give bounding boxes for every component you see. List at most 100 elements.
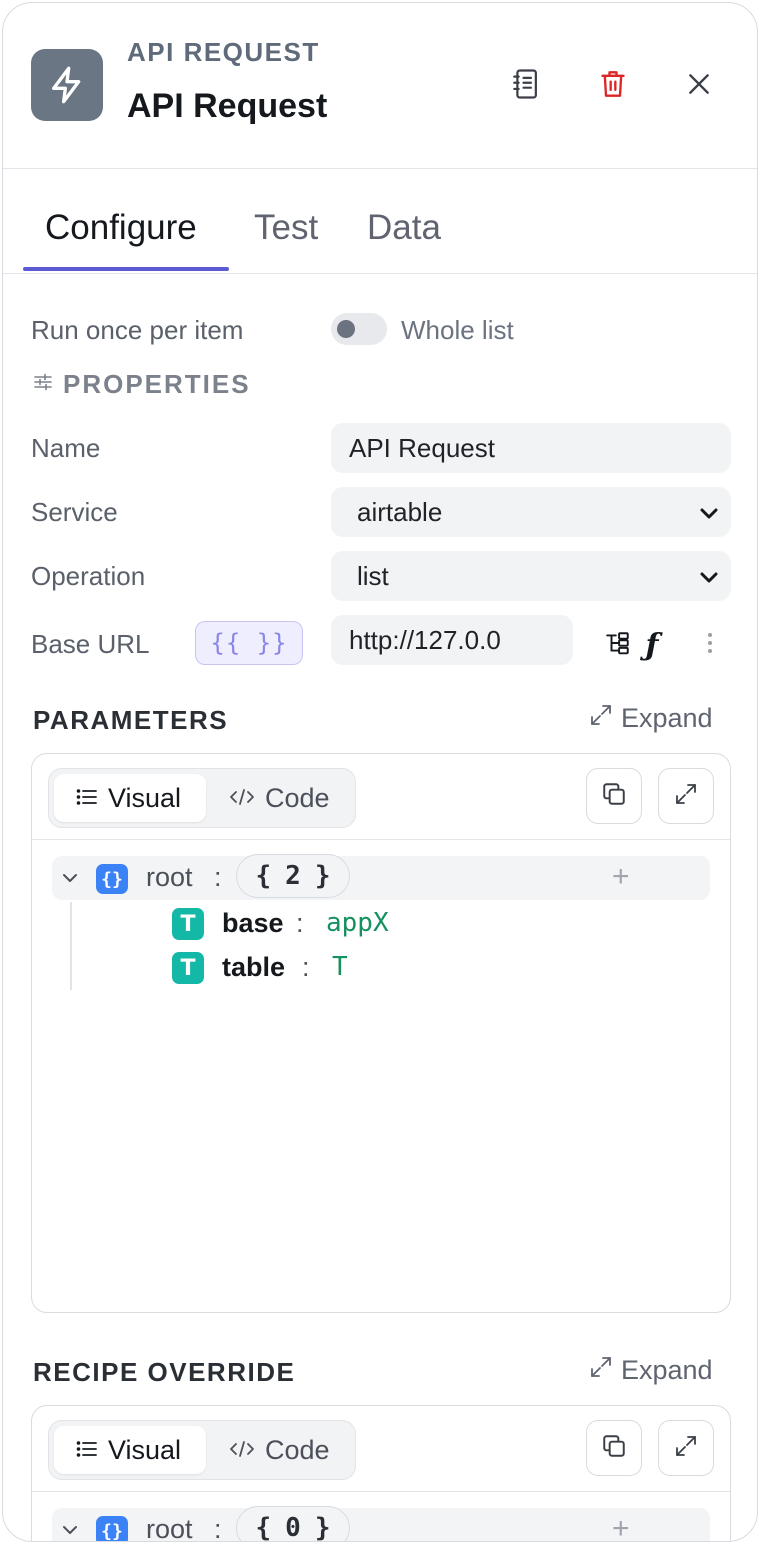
add-property-button[interactable]: + <box>612 1512 630 1541</box>
visual-label: Visual <box>108 782 182 813</box>
string-type-icon: T <box>172 908 204 940</box>
brace-close: } <box>314 1513 331 1542</box>
json-root-row[interactable]: {} root : { 2 } + <box>52 854 710 900</box>
brace-open: { <box>255 1513 272 1542</box>
code-icon <box>229 783 255 814</box>
json-root-row[interactable]: {} root : { 0 } + <box>52 1506 710 1542</box>
base-url-input[interactable]: http://127.0.0 <box>331 615 573 665</box>
name-input[interactable]: API Request <box>331 423 731 473</box>
view-mode-switch: Visual Code <box>48 1420 356 1480</box>
service-selected-value: airtable <box>357 496 443 527</box>
run-once-label: Run once per item <box>31 315 244 345</box>
fullscreen-button[interactable] <box>658 1420 714 1476</box>
property-key: table <box>222 952 286 982</box>
more-options-button[interactable] <box>693 625 727 665</box>
whole-list-label: Whole list <box>401 315 514 345</box>
view-mode-switch: Visual Code <box>48 768 356 828</box>
properties-section-header: PROPERTIES <box>33 369 251 400</box>
key-separator: : <box>214 1514 222 1542</box>
property-value[interactable]: appX <box>326 908 389 938</box>
editor-toolbar: Visual Code <box>32 1406 730 1492</box>
code-mode-button[interactable]: Code <box>217 1426 351 1474</box>
expand-arrows-icon <box>589 703 613 734</box>
chevron-down-icon[interactable] <box>60 1518 80 1541</box>
copy-button[interactable] <box>586 768 642 824</box>
root-key: root <box>146 1514 193 1542</box>
delete-button[interactable] <box>590 63 636 109</box>
item-count-pill: { 0 } <box>236 1506 350 1542</box>
node-config-panel: API REQUEST API Request Configure Test D… <box>2 2 758 1542</box>
chevron-down-icon <box>699 561 719 592</box>
add-property-button[interactable]: + <box>612 860 630 894</box>
root-key: root <box>146 862 193 892</box>
lightning-icon <box>31 49 103 121</box>
tab-test[interactable]: Test <box>254 208 318 248</box>
expand-label: Expand <box>621 1355 713 1385</box>
function-icon[interactable]: ƒ <box>635 625 669 665</box>
chevron-down-icon <box>699 497 719 528</box>
code-label: Code <box>265 782 330 813</box>
operation-selected-value: list <box>357 560 389 591</box>
recipe-override-title: RECIPE OVERRIDE <box>33 1357 296 1387</box>
docs-button[interactable] <box>503 63 549 109</box>
copy-icon <box>601 1433 627 1464</box>
panel-header: API REQUEST API Request <box>3 3 757 169</box>
service-select[interactable]: airtable <box>331 487 731 537</box>
tab-data[interactable]: Data <box>367 208 441 248</box>
brace-close: } <box>314 861 331 891</box>
copy-button[interactable] <box>586 1420 642 1476</box>
code-mode-button[interactable]: Code <box>217 774 351 822</box>
object-type-icon: {} <box>96 1516 128 1541</box>
property-key: base <box>222 908 284 938</box>
brace-open: { <box>255 861 272 891</box>
visual-mode-button[interactable]: Visual <box>54 774 206 822</box>
key-separator: : <box>296 908 304 938</box>
item-count: 0 <box>285 1513 301 1542</box>
close-icon <box>686 71 712 102</box>
base-url-label: Base URL <box>31 629 150 659</box>
vertical-dots-icon <box>707 631 713 660</box>
operation-select[interactable]: list <box>331 551 731 601</box>
sliders-icon <box>33 372 53 397</box>
copy-icon <box>601 781 627 812</box>
fullscreen-icon <box>674 1434 698 1463</box>
parameters-editor: Visual Code {} root: {2} + T base: a… <box>31 753 731 1313</box>
item-count-pill: { 2 } <box>236 854 350 898</box>
property-value[interactable]: T <box>332 952 348 982</box>
string-type-icon: T <box>172 952 204 984</box>
recipe-override-editor: Visual Code {} root: {0} + <box>31 1405 731 1542</box>
active-tab-indicator <box>23 267 229 271</box>
node-title[interactable]: API Request <box>127 87 327 126</box>
tab-configure[interactable]: Configure <box>45 208 197 248</box>
parameters-title: PARAMETERS <box>33 705 229 735</box>
object-type-icon: {} <box>96 864 128 894</box>
notebook-icon <box>511 68 541 105</box>
code-icon <box>229 1435 255 1466</box>
item-count: 2 <box>285 861 301 891</box>
service-label: Service <box>31 497 118 527</box>
toggle-knob <box>337 320 355 338</box>
list-icon <box>76 1435 98 1466</box>
code-label: Code <box>265 1434 330 1465</box>
fullscreen-button[interactable] <box>658 768 714 824</box>
fullscreen-icon <box>674 782 698 811</box>
recipe-expand-link[interactable]: Expand <box>589 1355 713 1386</box>
template-variable-chip[interactable]: {{ }} <box>195 621 303 665</box>
operation-label: Operation <box>31 561 146 591</box>
variable-picker-button[interactable] <box>601 625 635 665</box>
expand-label: Expand <box>621 703 713 733</box>
visual-mode-button[interactable]: Visual <box>54 1426 206 1474</box>
tab-bar: Configure Test Data <box>3 170 757 274</box>
chevron-down-icon[interactable] <box>60 866 80 895</box>
trash-icon <box>599 68 627 105</box>
name-label: Name <box>31 433 101 463</box>
expand-arrows-icon <box>589 1355 613 1386</box>
key-separator: : <box>302 952 310 982</box>
properties-title: PROPERTIES <box>63 369 251 399</box>
key-separator: : <box>214 862 222 892</box>
parameters-expand-link[interactable]: Expand <box>589 703 713 734</box>
tree-guide-line <box>70 902 72 990</box>
close-button[interactable] <box>676 63 722 109</box>
visual-label: Visual <box>108 1434 182 1465</box>
run-mode-toggle[interactable] <box>331 313 387 345</box>
